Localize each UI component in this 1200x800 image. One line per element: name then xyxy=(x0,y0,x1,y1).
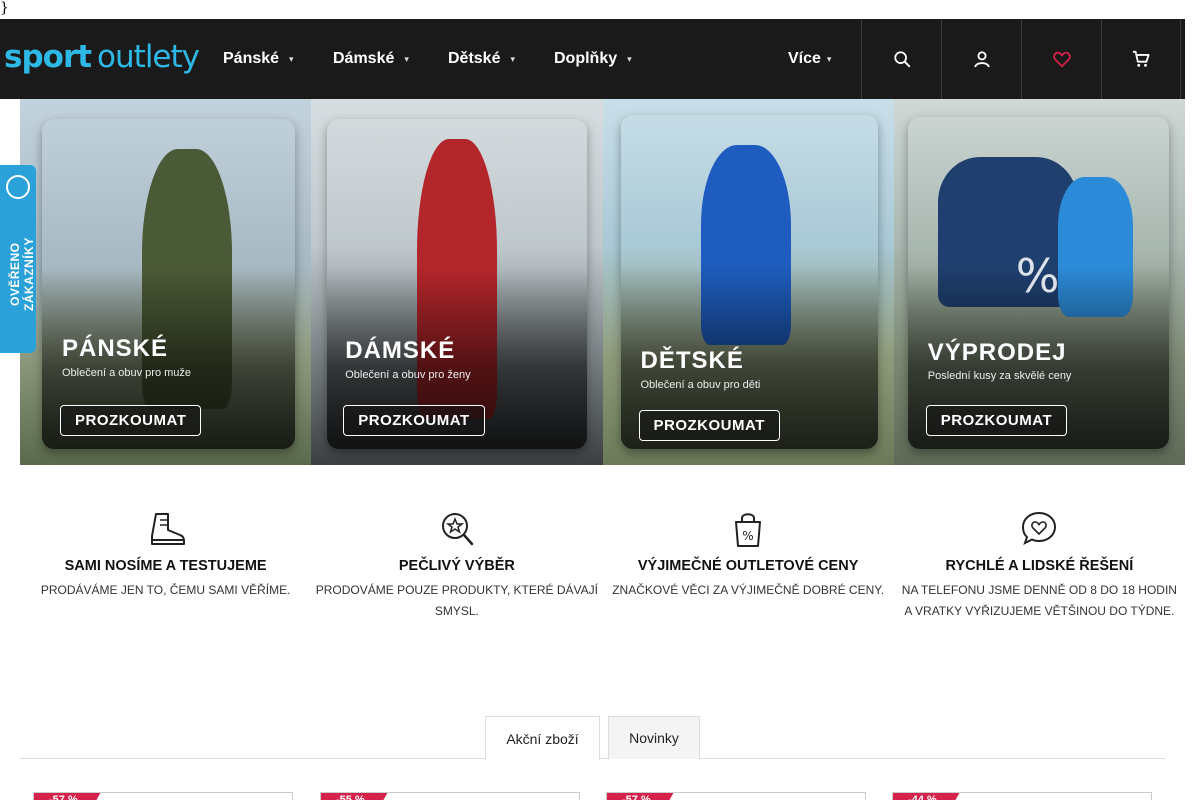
banner-damske[interactable]: DÁMSKÉ Oblečení a obuv pro ženy PROZKOUM… xyxy=(311,99,603,465)
verified-seal-icon xyxy=(6,175,30,199)
product-card[interactable]: -57 % xyxy=(606,792,866,800)
nav-item-label: Pánské xyxy=(223,50,280,67)
banner-detske[interactable]: DĚTSKÉ Oblečení a obuv pro děti PROZKOUM… xyxy=(602,99,894,465)
search-icon xyxy=(893,51,910,68)
banner-explore-button[interactable]: PROZKOUMAT xyxy=(343,405,485,436)
tab-novinky[interactable]: Novinky xyxy=(608,716,700,759)
feature-item: PEČLIVÝ VÝBĚR PRODOVÁME POUZE PRODUKTY, … xyxy=(311,510,602,622)
banner-subtitle: Oblečení a obuv pro ženy xyxy=(345,369,471,381)
logo-part-sport: sport xyxy=(4,39,92,75)
product-card[interactable]: -55 % xyxy=(320,792,580,800)
feature-item: % VÝJIMEČNÉ OUTLETOVÉ CENY ZNAČKOVÉ VĚCI… xyxy=(603,510,894,622)
heart-icon xyxy=(1052,51,1071,68)
percent-icon: % xyxy=(1015,249,1060,303)
discount-badge: -57 % xyxy=(607,793,674,800)
discount-badge: -55 % xyxy=(321,793,388,800)
features-row: SAMI NOSÍME A TESTUJEME PRODÁVÁME JEN TO… xyxy=(20,510,1185,622)
feature-heading: PEČLIVÝ VÝBĚR xyxy=(398,558,515,574)
feature-heading: VÝJIMEČNÉ OUTLETOVÉ CENY xyxy=(637,558,859,574)
product-card[interactable]: -44 % xyxy=(892,792,1152,800)
nav-item-label: Dámské xyxy=(333,50,395,67)
banner-subtitle: Oblečení a obuv pro muže xyxy=(62,367,192,379)
chevron-down-icon: ▾ xyxy=(627,53,632,64)
logo-part-outlety: outlety xyxy=(97,39,200,75)
chevron-down-icon: ▾ xyxy=(826,53,832,64)
discount-badge: -44 % xyxy=(893,793,960,800)
feature-text: NA TELEFONU JSME DENNĚ OD 8 DO 18 HODIN … xyxy=(901,583,1177,618)
nav-item-vice[interactable]: Více ▾ xyxy=(788,19,831,99)
banner-vyprodej[interactable]: % VÝPRODEJ Poslední kusy za skvělé ceny … xyxy=(893,99,1185,465)
nav-item-label: Doplňky xyxy=(554,50,618,67)
banner-title: DÁMSKÉ xyxy=(345,337,456,364)
cart-icon xyxy=(1132,50,1150,67)
banner-explore-button[interactable]: PROZKOUMAT xyxy=(925,405,1068,436)
feature-text: PRODOVÁME POUZE PRODUKTY, KTERÉ DÁVAJÍ S… xyxy=(315,583,599,618)
banner-card xyxy=(327,119,587,449)
banner-title: PÁNSKÉ xyxy=(62,335,169,362)
nav-item-damske[interactable]: Dámské ▾ xyxy=(333,19,409,99)
feature-item: SAMI NOSÍME A TESTUJEME PRODÁVÁME JEN TO… xyxy=(20,510,311,622)
verified-by-customers-badge[interactable]: OVĚŘENO ZÁKAZNÍKY xyxy=(0,165,36,353)
stray-brace-text: } xyxy=(0,0,9,16)
tab-akcni-zbozi[interactable]: Akční zboží xyxy=(485,716,600,760)
banner-explore-button[interactable]: PROZKOUMAT xyxy=(60,405,202,436)
search-button[interactable] xyxy=(861,19,941,99)
feature-item: RYCHLÉ A LIDSKÉ ŘEŠENÍ NA TELEFONU JSME … xyxy=(894,510,1185,622)
wishlist-button[interactable] xyxy=(1021,19,1101,99)
banner-subtitle: Oblečení a obuv pro děti xyxy=(640,379,761,391)
banner-panske[interactable]: PÁNSKÉ Oblečení a obuv pro muže PROZKOUM… xyxy=(20,99,312,465)
svg-text:%: % xyxy=(742,529,753,543)
verified-badge-label: OVĚŘENO ZÁKAZNÍKY xyxy=(8,237,36,311)
banner-title: DĚTSKÉ xyxy=(640,347,744,374)
user-icon xyxy=(973,51,990,68)
category-banners: PÁNSKÉ Oblečení a obuv pro muže PROZKOUM… xyxy=(20,99,1185,465)
banner-explore-button[interactable]: PROZKOUMAT xyxy=(638,410,780,441)
feature-text: ZNAČKOVÉ VĚCI ZA VÝJIMEČNĚ DOBRÉ CENY. xyxy=(612,583,885,597)
product-list: -57 % -55 % -57 % -44 % xyxy=(33,792,1153,800)
chevron-down-icon: ▾ xyxy=(510,53,516,64)
feature-text: PRODÁVÁME JEN TO, ČEMU SAMI VĚŘÍME. xyxy=(40,583,291,597)
product-card[interactable]: -57 % xyxy=(33,792,293,800)
nav-item-detske[interactable]: Dětské ▾ xyxy=(448,19,515,99)
shopping-bag-percent-icon: % xyxy=(735,513,762,547)
star-search-icon xyxy=(441,513,474,546)
boot-icon xyxy=(150,513,185,545)
nav-item-label: Dětské xyxy=(448,50,501,67)
banner-subtitle: Poslední kusy za skvělé ceny xyxy=(927,370,1072,382)
nav-item-panske[interactable]: Pánské ▾ xyxy=(223,19,294,99)
account-button[interactable] xyxy=(941,19,1021,99)
banner-card xyxy=(42,119,296,449)
chevron-down-icon: ▾ xyxy=(404,53,409,64)
chevron-down-icon: ▾ xyxy=(289,53,294,64)
discount-badge: -57 % xyxy=(34,793,101,800)
heart-speech-icon xyxy=(1022,511,1057,545)
site-header: sport outlety Pánské ▾ Dámské ▾ Dětské ▾ Do… xyxy=(0,19,1185,99)
banner-title: VÝPRODEJ xyxy=(927,339,1067,366)
nav-item-label: Více xyxy=(788,50,821,67)
site-logo[interactable]: sport outlety xyxy=(4,39,200,79)
feature-heading: SAMI NOSÍME A TESTUJEME xyxy=(64,558,267,574)
feature-heading: RYCHLÉ A LIDSKÉ ŘEŠENÍ xyxy=(945,558,1134,574)
product-tabs: Akční zboží Novinky xyxy=(20,716,1165,760)
banner-card xyxy=(620,115,878,449)
cart-button[interactable] xyxy=(1101,19,1181,99)
nav-item-doplnky[interactable]: Doplňky ▾ xyxy=(554,19,632,99)
